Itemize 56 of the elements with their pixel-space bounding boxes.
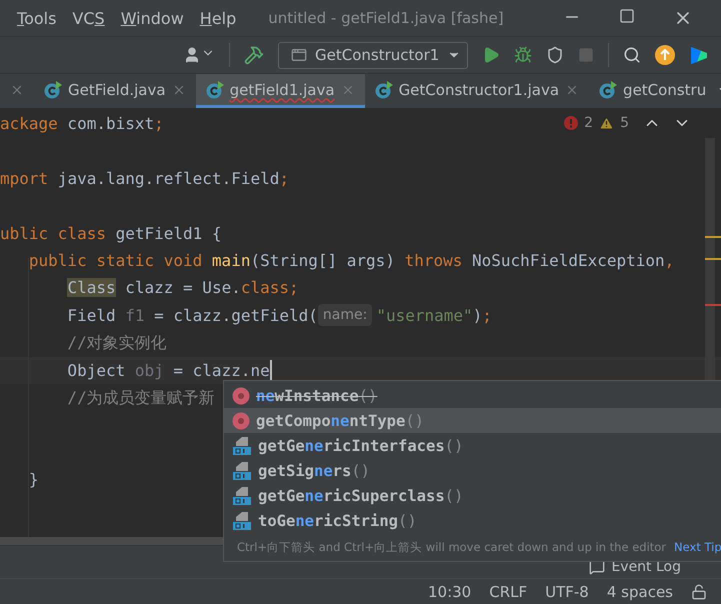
- code-line: }: [28, 469, 39, 492]
- file-tab[interactable]: getConstru: [589, 74, 716, 108]
- completion-hint: Ctrl+向下箭头 and Ctrl+向上箭头 will move caret down and up in the editor: [237, 540, 666, 554]
- code-line: ackage com.bisxt;: [0, 113, 164, 135]
- window-icon: [291, 47, 307, 63]
- window-title: untitled - getField1.java [fashe]: [268, 9, 504, 27]
- search-icon[interactable]: [623, 46, 641, 64]
- file-tab[interactable]: getField1.java: [196, 74, 365, 108]
- user-icon[interactable]: [183, 46, 215, 64]
- warning-icon[interactable]: [599, 116, 614, 130]
- menu-item[interactable]: Window: [114, 8, 190, 28]
- native-method-icon: [232, 486, 252, 506]
- parameter-hint: name:: [318, 304, 372, 326]
- status-item[interactable]: 10:30: [428, 582, 472, 600]
- class-file-icon: [374, 80, 393, 98]
- completion-item[interactable]: getGenericSuperclass(): [224, 483, 721, 508]
- method-icon: [232, 412, 250, 430]
- menu-item[interactable]: Tools: [11, 8, 62, 28]
- shield-icon[interactable]: [546, 46, 564, 64]
- file-tab[interactable]: GetField.java: [34, 74, 196, 108]
- menu-item[interactable]: VCS: [66, 8, 111, 28]
- status-item[interactable]: 4 spaces: [606, 582, 673, 600]
- hammer-icon[interactable]: [244, 45, 264, 65]
- completion-item[interactable]: toGenericString(): [224, 508, 721, 533]
- code-line: ublic class getField1 {: [0, 222, 222, 245]
- code-line: public static void main(String[] args) throws NoSuchFieldException,: [28, 250, 674, 272]
- completion-item[interactable]: getComponentType(): [224, 408, 721, 433]
- native-method-icon: [232, 436, 252, 456]
- logo-icon[interactable]: [689, 45, 709, 65]
- error-count: 2: [584, 115, 594, 131]
- menu-item[interactable]: Help: [194, 8, 242, 28]
- status-item[interactable]: CRLF: [489, 582, 528, 600]
- code-line: Class clazz = Use.class;: [66, 277, 299, 300]
- file-tab[interactable]: GetConstructor1.java: [364, 74, 590, 108]
- code-line: Field f1 = clazz.getField( name: "username");: [66, 303, 492, 328]
- class-file-icon: [44, 80, 62, 98]
- code-line: mport java.lang.reflect.Field;: [0, 168, 289, 190]
- completion-item[interactable]: getGenericInterfaces(): [224, 433, 721, 458]
- horizontal-scrollbar[interactable]: [0, 537, 224, 545]
- lock-icon[interactable]: [691, 584, 707, 600]
- code-line: Object obj = clazz.ne: [66, 360, 270, 382]
- native-method-icon: [232, 460, 252, 480]
- class-file-icon: [599, 80, 618, 98]
- class-file-icon: [206, 80, 224, 98]
- completion-item[interactable]: getSigners(): [224, 458, 721, 483]
- bug-icon[interactable]: [514, 46, 532, 64]
- next-tip-link[interactable]: Next Tip: [674, 540, 721, 554]
- run-config-dropdown[interactable]: GetConstructor1: [278, 42, 468, 68]
- warning-count: 5: [620, 115, 629, 131]
- method-icon: [232, 386, 250, 404]
- status-item[interactable]: UTF-8: [545, 582, 589, 600]
- native-method-icon: [232, 510, 252, 530]
- update-icon[interactable]: [655, 45, 675, 65]
- run-icon[interactable]: [482, 46, 500, 64]
- code-line: //为成员变量赋予新: [66, 386, 215, 409]
- code-line: //对象实例化: [66, 332, 167, 354]
